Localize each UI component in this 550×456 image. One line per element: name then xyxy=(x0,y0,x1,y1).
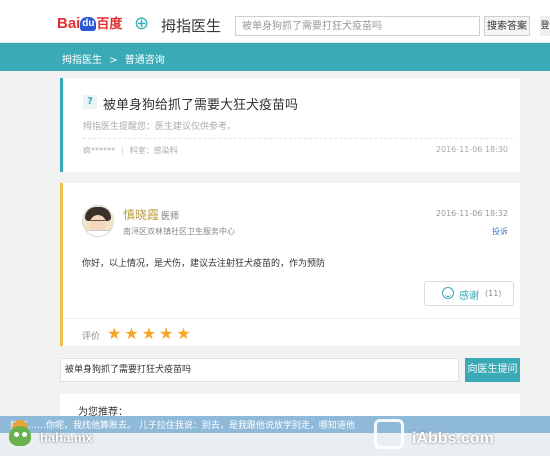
thanks-button[interactable]: 感谢 (11) xyxy=(424,281,514,306)
watermark-left: haha.mx xyxy=(40,430,93,445)
asker-name: 疯****** xyxy=(83,146,115,155)
top-header: Bai du 百度 ⊕ 拇指医生 被单身狗抓了需要打狂犬疫苗吗 搜索答案 登 xyxy=(0,0,550,43)
nav-bar: 拇指医生 > 普通咨询 xyxy=(0,43,550,71)
breadcrumb: 拇指医生 > 普通咨询 xyxy=(62,51,169,66)
question-card: ? 被单身狗给抓了需要大狂犬疫苗吗 拇指医生提醒您：医生建议仅供参考。 疯***… xyxy=(60,78,520,172)
ask-input[interactable]: 被单身狗抓了需要打狂犬疫苗吗 xyxy=(60,358,459,382)
divider xyxy=(63,318,520,319)
rating-label: 评价 xyxy=(82,332,101,342)
question-meta: 疯****** | 科室：感染科 xyxy=(83,146,178,155)
doctor-avatar[interactable] xyxy=(82,205,114,237)
login-link[interactable]: 登 xyxy=(540,16,550,36)
baidu-logo[interactable]: Bai du 百度 xyxy=(57,13,122,32)
breadcrumb-current[interactable]: 普通咨询 xyxy=(125,55,165,66)
thanks-count: (11) xyxy=(485,289,502,298)
answer-card: 慎晓霞 医师 南浔区双林镇社区卫生服务中心 2016-11-06 18:32 投… xyxy=(60,183,520,346)
question-department: 科室：感染科 xyxy=(129,146,178,155)
doctor-name[interactable]: 慎晓霞 xyxy=(123,206,159,223)
question-mark-icon: ? xyxy=(83,95,97,109)
doctor-org: 南浔区双林镇社区卫生服务中心 xyxy=(123,227,235,236)
divider xyxy=(83,138,513,139)
doctor-title: 医师 xyxy=(161,212,180,222)
search-button[interactable]: 搜索答案 xyxy=(484,16,530,36)
brand-name[interactable]: 拇指医生 xyxy=(161,15,221,36)
watermark-right: iAbbs.com xyxy=(412,430,494,447)
search-input[interactable]: 被单身狗抓了需要打狂犬疫苗吗 xyxy=(235,16,480,36)
watermark-mascot-icon xyxy=(4,420,38,454)
report-link[interactable]: 投诉 xyxy=(492,226,508,237)
ask-doctor-button[interactable]: 向医生提问 xyxy=(465,358,520,382)
answer-text: 你好，以上情况，是犬伤，建议去注射狂犬疫苗的，作为预防 xyxy=(82,259,326,269)
breadcrumb-home[interactable]: 拇指医生 xyxy=(62,55,102,66)
question-time: 2016-11-06 18:30 xyxy=(435,145,508,154)
rating-stars: ★★★★★ xyxy=(107,324,194,343)
smile-icon xyxy=(442,287,454,299)
thanks-label: 感谢 xyxy=(459,291,479,302)
brand-logo-icon: ⊕ xyxy=(134,13,150,34)
question-tip: 拇指医生提醒您：医生建议仅供参考。 xyxy=(83,122,237,132)
question-title: 被单身狗给抓了需要大狂犬疫苗吗 xyxy=(103,98,299,113)
breadcrumb-separator: > xyxy=(109,55,118,66)
answer-time: 2016-11-06 18:32 xyxy=(435,209,508,218)
